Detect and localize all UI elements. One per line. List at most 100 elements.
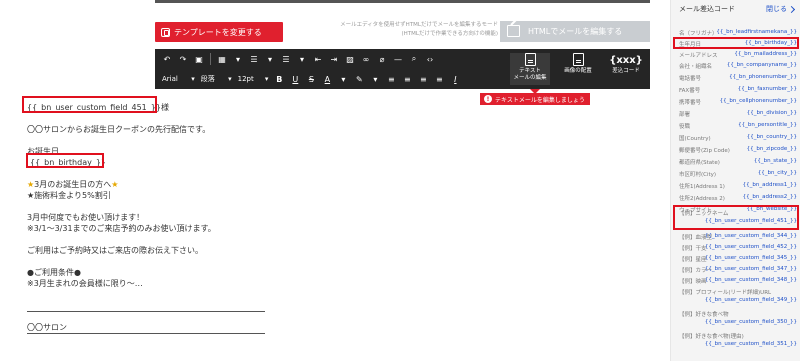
font-size-select[interactable]: 12pt ▾ (235, 71, 272, 87)
image-placement-button[interactable]: 画像の配置 (558, 53, 598, 85)
insert-code-item-code[interactable]: {{_bn_user_custom_field_347_}} (705, 266, 797, 272)
insert-code-item[interactable]: 【例】血液型 {{_bn_user_custom_field_344_}} (671, 231, 800, 242)
change-template-button[interactable]: テンプレートを変更する (155, 22, 283, 42)
insert-code-item[interactable]: 都道府県(State) {{_bn_state_}} (671, 156, 800, 167)
insert-code-item-code[interactable]: {{_bn_phonenumber_}} (729, 74, 797, 80)
redo-icon[interactable]: ↷ (176, 51, 190, 67)
highlight-icon[interactable]: ✎ (352, 71, 366, 87)
insert-code-item-code[interactable]: {{_bn_faxnumber_}} (738, 86, 797, 92)
insert-code-button[interactable]: {xxx} 差込コード (606, 53, 646, 85)
insert-code-item[interactable]: 【例】好きな食べ物 {{_bn_user_custom_field_350_}} (671, 308, 800, 325)
insert-code-item-code[interactable]: {{_bn_city_}} (758, 170, 797, 176)
font-family-value: Arial (162, 75, 178, 83)
html-mode-note: メールエディタを使用せずHTMLだけでメールを編集するモード (HTMLだけで作… (338, 21, 498, 39)
chevron-down-icon[interactable]: ▾ (231, 51, 245, 67)
insert-code-item[interactable]: 電話番号 {{_bn_phonenumber_}} (671, 72, 800, 83)
font-family-select[interactable]: Arial ▾ (159, 71, 198, 87)
insert-code-item-label: 【例】星座 (679, 257, 707, 263)
text-mail-edit-line2: メールの編集 (513, 75, 547, 81)
undo-icon[interactable]: ↶ (160, 51, 174, 67)
insert-code-item-code[interactable]: {{_bn_address1_}} (743, 182, 797, 188)
insert-code-item-code[interactable]: {{_bn_country_}} (747, 134, 797, 140)
insert-code-item[interactable]: メールアドレス {{_bn_mailaddress_}} (671, 49, 800, 60)
insert-code-item[interactable]: 役職 {{_bn_persontitle_}} (671, 120, 800, 131)
search-icon[interactable]: ⌕ (407, 51, 421, 67)
clear-format-icon[interactable]: I (448, 71, 462, 87)
insert-code-item-code[interactable]: {{_bn_persontitle_}} (738, 122, 797, 128)
align-right-icon[interactable]: ≡ (416, 71, 430, 87)
insert-code-item[interactable]: 市区町村(City) {{_bn_city_}} (671, 168, 800, 179)
insert-code-item[interactable]: 部署 {{_bn_division_}} (671, 108, 800, 119)
conditions-title: ●ご利用条件● (27, 268, 81, 277)
underline-icon[interactable]: U (288, 71, 302, 87)
insert-code-item-code[interactable]: {{_bn_zipcode_}} (747, 146, 797, 152)
insert-code-item[interactable]: 会社・組織名 {{_bn_companyname_}} (671, 60, 800, 71)
insert-code-item-code[interactable]: {{_bn_user_custom_field_348_}} (705, 277, 797, 283)
insert-code-item-label: 【例】好きな食べ物 (679, 312, 729, 318)
insert-code-item-code[interactable]: {{_bn_mailaddress_}} (734, 51, 797, 57)
insert-code-item-code[interactable]: {{_bn_user_custom_field_351_}} (705, 341, 797, 347)
align-center-icon[interactable]: ≡ (400, 71, 414, 87)
insert-code-item[interactable]: 【例】映画 {{_bn_user_custom_field_348_}} (671, 275, 800, 286)
insert-code-item-code[interactable]: {{_bn_user_custom_field_349_}} (705, 297, 797, 303)
bold-icon[interactable]: B (272, 71, 286, 87)
insert-code-item[interactable]: 住所1(Address 1) {{_bn_address1_}} (671, 180, 800, 191)
insert-code-item[interactable]: 【例】星座 {{_bn_user_custom_field_345_}} (671, 253, 800, 264)
paste-icon[interactable]: ▣ (192, 51, 206, 67)
editor-toolbar: ↶ ↷ ▣ ▦ ▾ ☰ ▾ ☰ ▾ ⇤ ⇥ ▨ ∞ ⌀ — ⌕ ‹› Arial… (155, 49, 650, 89)
insert-code-item[interactable]: 【例】好きな食べ物(理由) {{_bn_user_custom_field_351… (671, 330, 800, 347)
insert-code-item-code[interactable]: {{_bn_leadfirstnamekana_}} (716, 29, 797, 35)
outdent-icon[interactable]: ⇤ (311, 51, 325, 67)
change-template-label: テンプレートを変更する (174, 27, 262, 37)
horizontal-rule-icon[interactable]: — (391, 51, 405, 67)
text-mail-edit-button[interactable]: テキスト メールの編集 (510, 53, 550, 85)
insert-code-item[interactable]: 【例】カラー {{_bn_user_custom_field_347_}} (671, 264, 800, 275)
insert-code-item-code[interactable]: {{_bn_state_}} (754, 158, 797, 164)
source-code-icon[interactable]: ‹› (423, 51, 437, 67)
offer-title-text: 3月のお誕生日の方へ (34, 180, 112, 189)
insert-code-item[interactable]: 郵便番号(Zip Code) {{_bn_zipcode_}} (671, 144, 800, 155)
chevron-down-icon[interactable]: ▾ (368, 71, 382, 87)
insert-code-item[interactable]: 国(Country) {{_bn_country_}} (671, 132, 800, 143)
unlink-icon[interactable]: ⌀ (375, 51, 389, 67)
numbered-list-icon[interactable]: ☰ (279, 51, 293, 67)
insert-code-item-code[interactable]: {{_bn_user_custom_field_350_}} (705, 319, 797, 325)
paragraph-value: 段落 (200, 75, 215, 83)
edit-html-label: HTMLでメールを編集する (528, 27, 623, 36)
insert-code-item-code[interactable]: {{_bn_cellphonenumber_}} (720, 98, 797, 104)
insert-code-item-code[interactable]: {{_bn_division_}} (747, 110, 797, 116)
insert-code-item[interactable]: FAX番号 {{_bn_faxnumber_}} (671, 84, 800, 95)
insert-code-item-code[interactable]: {{_bn_user_custom_field_345_}} (705, 255, 797, 261)
insert-code-item-label: 【例】好きな食べ物(理由) (679, 334, 744, 340)
align-left-icon[interactable]: ≡ (384, 71, 398, 87)
table-icon[interactable]: ▦ (215, 51, 229, 67)
insert-code-item[interactable]: 【例】干支 {{_bn_user_custom_field_452_}} (671, 242, 800, 253)
font-size-value: 12pt (237, 75, 254, 83)
bullet-list-icon[interactable]: ☰ (247, 51, 261, 67)
insert-code-item-code[interactable]: {{_bn_companyname_}} (727, 62, 797, 68)
image-icon[interactable]: ▨ (343, 51, 357, 67)
edit-html-button[interactable]: HTMLでメールを編集する (500, 21, 650, 42)
curly-braces-icon: {xxx} (609, 55, 643, 66)
insert-code-item-label: メールアドレス (679, 53, 718, 59)
usage-line-2: ※3/1〜3/31までのご来店予約のみお使い頂けます。 (27, 224, 216, 233)
font-color-icon[interactable]: A (320, 71, 334, 87)
html-mode-note-line1: メールエディタを使用せずHTMLだけでメールを編集するモード (340, 22, 498, 28)
insert-code-item-label: 郵便番号(Zip Code) (679, 148, 730, 154)
chevron-down-icon[interactable]: ▾ (295, 51, 309, 67)
strikethrough-icon[interactable]: S (304, 71, 318, 87)
insert-code-item-code[interactable]: {{_bn_user_custom_field_344_}} (705, 233, 797, 239)
insert-code-item[interactable]: 携帯番号 {{_bn_cellphonenumber_}} (671, 96, 800, 107)
paragraph-select[interactable]: 段落 ▾ (198, 71, 235, 87)
chevron-down-icon[interactable]: ▾ (263, 51, 277, 67)
insert-code-item-code[interactable]: {{_bn_address2_}} (743, 194, 797, 200)
link-icon[interactable]: ∞ (359, 51, 373, 67)
align-justify-icon[interactable]: ≡ (432, 71, 446, 87)
insert-code-item[interactable]: 【例】プロフィール(リード詳細)URL {{_bn_user_custom_fie… (671, 286, 800, 303)
indent-icon[interactable]: ⇥ (327, 51, 341, 67)
insert-code-item-code[interactable]: {{_bn_user_custom_field_452_}} (705, 244, 797, 250)
chevron-down-icon[interactable]: ▾ (336, 71, 350, 87)
close-panel-button[interactable]: 閉じる (766, 4, 796, 14)
insert-code-item[interactable]: 住所2(Address 2) {{_bn_address2_}} (671, 192, 800, 203)
offer-title: ★3月のお誕生日の方へ★ (27, 179, 118, 190)
